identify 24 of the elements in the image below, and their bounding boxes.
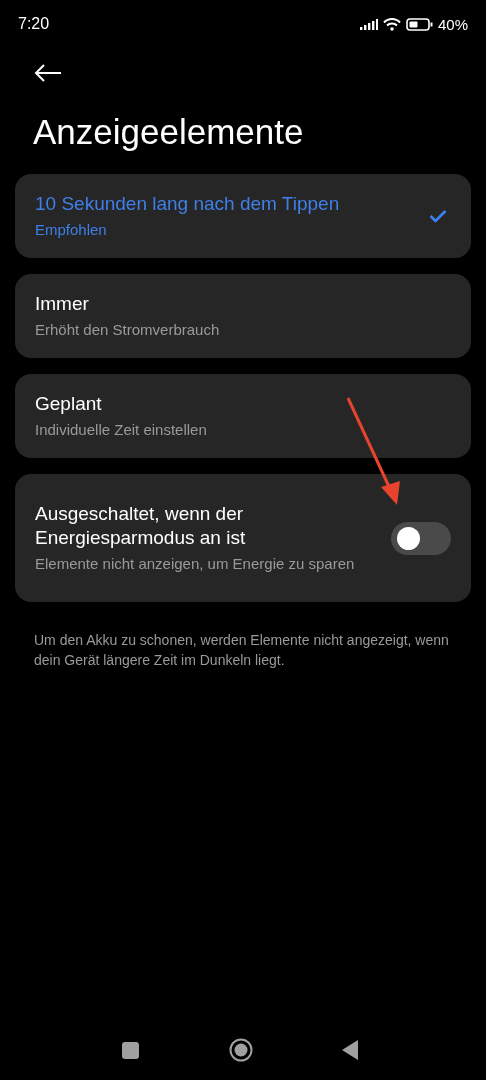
option-subtitle: Erhöht den Stromverbrauch <box>35 320 220 340</box>
wifi-icon <box>382 17 401 31</box>
signal-icon <box>359 18 378 30</box>
option-title: Geplant <box>35 392 103 416</box>
option-title: Ausgeschaltet, wenn der Energiesparmodus an ist <box>35 502 247 550</box>
option-title: Immer <box>35 292 90 316</box>
toggle-switch[interactable] <box>391 521 451 555</box>
option-card[interactable]: Geplant Individuelle Zeit einstellen <box>15 374 471 458</box>
battery-level: 40% <box>437 15 468 33</box>
setting-card[interactable]: Ausgeschaltet, wenn der Energiesparmodus an ist Elemente nicht anzeigen, um Energie zu sparen <box>15 474 471 602</box>
option-subtitle: Elemente nicht anzeigen, um Energie zu sparen <box>35 554 356 574</box>
option-card[interactable]: 10 Sekunden lang nach dem Tippen Empfohlen <box>15 174 471 258</box>
option-subtitle: Individuelle Zeit einstellen <box>35 420 207 440</box>
option-card[interactable]: Immer Erhöht den Stromverbrauch <box>15 274 471 358</box>
home-icon[interactable] <box>228 1038 253 1062</box>
info-text: Um den Akku zu schonen, werden Elemente nicht angezeigt, wenn dein Gerät längere Zeit im Dunkeln liegt. <box>34 631 450 670</box>
back-nav-icon[interactable] <box>342 1040 358 1060</box>
page-title: Anzeigeelemente <box>33 112 305 152</box>
battery-icon <box>405 17 433 31</box>
status-time: 7:20 <box>18 15 50 33</box>
back-icon[interactable] <box>34 64 62 82</box>
recents-icon[interactable] <box>122 1041 139 1059</box>
option-subtitle: Empfohlen <box>35 220 108 240</box>
option-title: 10 Sekunden lang nach dem Tippen <box>35 192 340 216</box>
